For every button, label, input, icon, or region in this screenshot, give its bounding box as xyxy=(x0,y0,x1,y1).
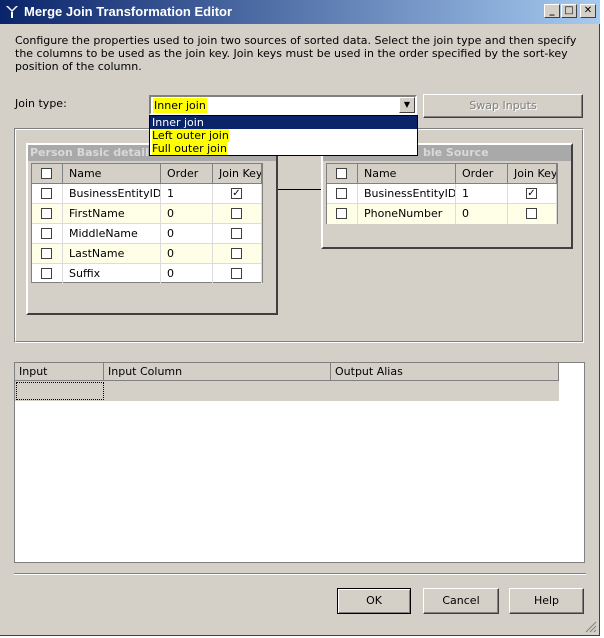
checkbox-icon[interactable] xyxy=(41,168,52,179)
left-grid-header: Name Order Join Key xyxy=(32,164,262,184)
column-order: 1 xyxy=(456,184,508,204)
column-name: BusinessEntityID xyxy=(358,184,456,204)
join-key-checkbox[interactable]: ✓ xyxy=(231,188,242,199)
join-key-checkbox[interactable] xyxy=(231,228,242,239)
background-strip xyxy=(600,0,604,638)
app-icon xyxy=(6,6,18,18)
join-type-label: Join type: xyxy=(15,97,67,110)
separator xyxy=(14,573,586,575)
column-order: 0 xyxy=(161,264,213,284)
join-type-combo[interactable]: Inner join ▼ xyxy=(149,95,417,115)
checkbox-icon[interactable] xyxy=(41,208,52,219)
table-row[interactable]: Suffix 0 xyxy=(32,264,262,284)
close-icon[interactable]: ✕ xyxy=(580,4,596,18)
description-text: Configure the properties used to join tw… xyxy=(15,34,577,73)
join-type-dropdown-list[interactable]: Inner join Left outer join Full outer jo… xyxy=(149,115,418,156)
title-bar[interactable]: Merge Join Transformation Editor _ □ ✕ xyxy=(0,0,600,24)
left-header-joinkey: Join Key xyxy=(213,164,262,184)
cancel-button[interactable]: Cancel xyxy=(423,588,499,614)
output-header-input: Input xyxy=(15,363,104,381)
table-row[interactable]: BusinessEntityID 1 ✓ xyxy=(327,184,557,204)
join-key-checkbox[interactable] xyxy=(231,268,242,279)
minimize-icon[interactable]: _ xyxy=(544,4,560,18)
column-order: 0 xyxy=(161,224,213,244)
output-focus-cell[interactable] xyxy=(16,382,104,400)
column-name: BusinessEntityID xyxy=(63,184,161,204)
right-column-grid: Name Order Join Key BusinessEntityID 1 ✓… xyxy=(326,163,558,224)
join-key-checkbox[interactable] xyxy=(231,208,242,219)
table-row[interactable]: FirstName 0 xyxy=(32,204,262,224)
right-header-name: Name xyxy=(358,164,456,184)
checkbox-icon[interactable] xyxy=(336,188,347,199)
column-name: LastName xyxy=(63,244,161,264)
checkbox-icon[interactable] xyxy=(41,248,52,259)
checkbox-icon[interactable] xyxy=(41,228,52,239)
ok-button[interactable]: OK xyxy=(337,588,411,614)
dropdown-arrow-icon[interactable]: ▼ xyxy=(399,97,415,113)
merge-join-editor-window: Merge Join Transformation Editor _ □ ✕ C… xyxy=(0,0,600,636)
checkbox-icon[interactable] xyxy=(41,268,52,279)
right-grid-header: Name Order Join Key xyxy=(327,164,557,184)
join-option-inner[interactable]: Inner join xyxy=(150,116,417,129)
join-option-full-outer[interactable]: Full outer join xyxy=(150,142,417,155)
right-header-order: Order xyxy=(456,164,508,184)
swap-inputs-button[interactable]: Swap Inputs xyxy=(423,94,583,118)
checkbox-icon[interactable] xyxy=(336,168,347,179)
left-header-order: Order xyxy=(161,164,213,184)
table-row[interactable]: MiddleName 0 xyxy=(32,224,262,244)
resize-grip-icon[interactable] xyxy=(585,621,597,633)
join-type-selected: Inner join xyxy=(153,98,207,113)
left-header-name: Name xyxy=(63,164,161,184)
table-row[interactable]: PhoneNumber 0 xyxy=(327,204,557,224)
help-button[interactable]: Help xyxy=(509,588,584,614)
table-row[interactable]: BusinessEntityID 1 ✓ xyxy=(32,184,262,204)
left-column-grid: Name Order Join Key BusinessEntityID 1 ✓… xyxy=(31,163,263,284)
join-key-checkbox[interactable] xyxy=(231,248,242,259)
join-option-left-outer[interactable]: Left outer join xyxy=(150,129,417,142)
column-name: MiddleName xyxy=(63,224,161,244)
maximize-icon[interactable]: □ xyxy=(561,4,577,18)
table-row[interactable]: LastName 0 xyxy=(32,244,262,264)
right-header-joinkey: Join Key xyxy=(508,164,557,184)
output-header-input-column: Input Column xyxy=(104,363,331,381)
column-order: 0 xyxy=(456,204,508,224)
checkbox-icon[interactable] xyxy=(41,188,52,199)
join-key-checkbox[interactable] xyxy=(526,208,537,219)
column-name: FirstName xyxy=(63,204,161,224)
output-header-output-alias: Output Alias xyxy=(331,363,559,381)
join-key-checkbox[interactable]: ✓ xyxy=(526,188,537,199)
column-order: 0 xyxy=(161,204,213,224)
column-order: 1 xyxy=(161,184,213,204)
column-name: PhoneNumber xyxy=(358,204,456,224)
left-input-table[interactable]: Person Basic detail S Name Order Join Ke… xyxy=(26,143,278,315)
checkbox-icon[interactable] xyxy=(336,208,347,219)
output-columns-grid[interactable]: Input Input Column Output Alias xyxy=(14,362,585,563)
window-title: Merge Join Transformation Editor xyxy=(24,4,233,19)
join-connector-line xyxy=(278,187,324,192)
column-name: Suffix xyxy=(63,264,161,284)
right-input-table[interactable]: ble Source Name Order Join Key BusinessE… xyxy=(321,143,573,249)
column-order: 0 xyxy=(161,244,213,264)
